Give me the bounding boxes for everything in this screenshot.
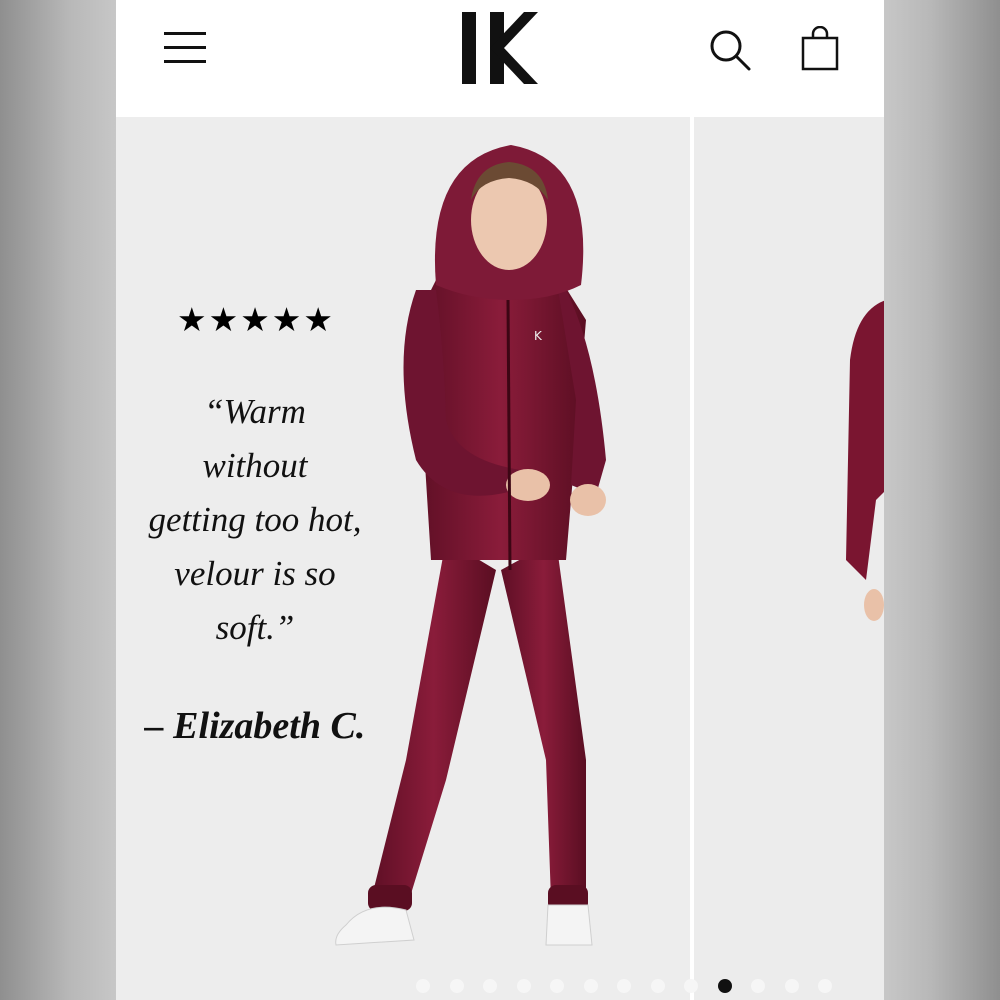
mobile-screen: ★★★★★ “Warm without getting too hot, vel…: [116, 0, 884, 1000]
carousel-dot[interactable]: [483, 979, 497, 993]
svg-text:K: K: [534, 329, 543, 343]
carousel-dot[interactable]: [583, 979, 598, 993]
hamburger-menu-button[interactable]: [164, 30, 208, 66]
search-icon[interactable]: [708, 28, 752, 72]
right-background-margin: [884, 0, 1000, 1000]
carousel-dot[interactable]: [650, 979, 665, 993]
carousel-dot[interactable]: [751, 979, 765, 993]
carousel-pagination: [416, 975, 876, 997]
carousel-dot[interactable]: [449, 979, 464, 993]
carousel-dot[interactable]: [818, 979, 832, 993]
next-slide-model-image: [846, 300, 884, 621]
shopping-bag-icon[interactable]: [800, 26, 840, 72]
product-model-image: K: [335, 145, 606, 946]
menu-line: [164, 60, 206, 63]
carousel-dot[interactable]: [617, 979, 631, 993]
carousel-dot-active[interactable]: [717, 979, 732, 993]
carousel-dot[interactable]: [516, 979, 531, 993]
menu-line: [164, 46, 206, 49]
carousel-dot[interactable]: [416, 979, 430, 993]
carousel-dot[interactable]: [784, 979, 799, 993]
site-header: [116, 0, 884, 117]
brand-logo-icon[interactable]: [462, 8, 538, 88]
left-background-margin: [0, 0, 116, 1000]
menu-line: [164, 32, 206, 35]
carousel-dot[interactable]: [550, 979, 564, 993]
carousel-dot[interactable]: [684, 979, 698, 993]
